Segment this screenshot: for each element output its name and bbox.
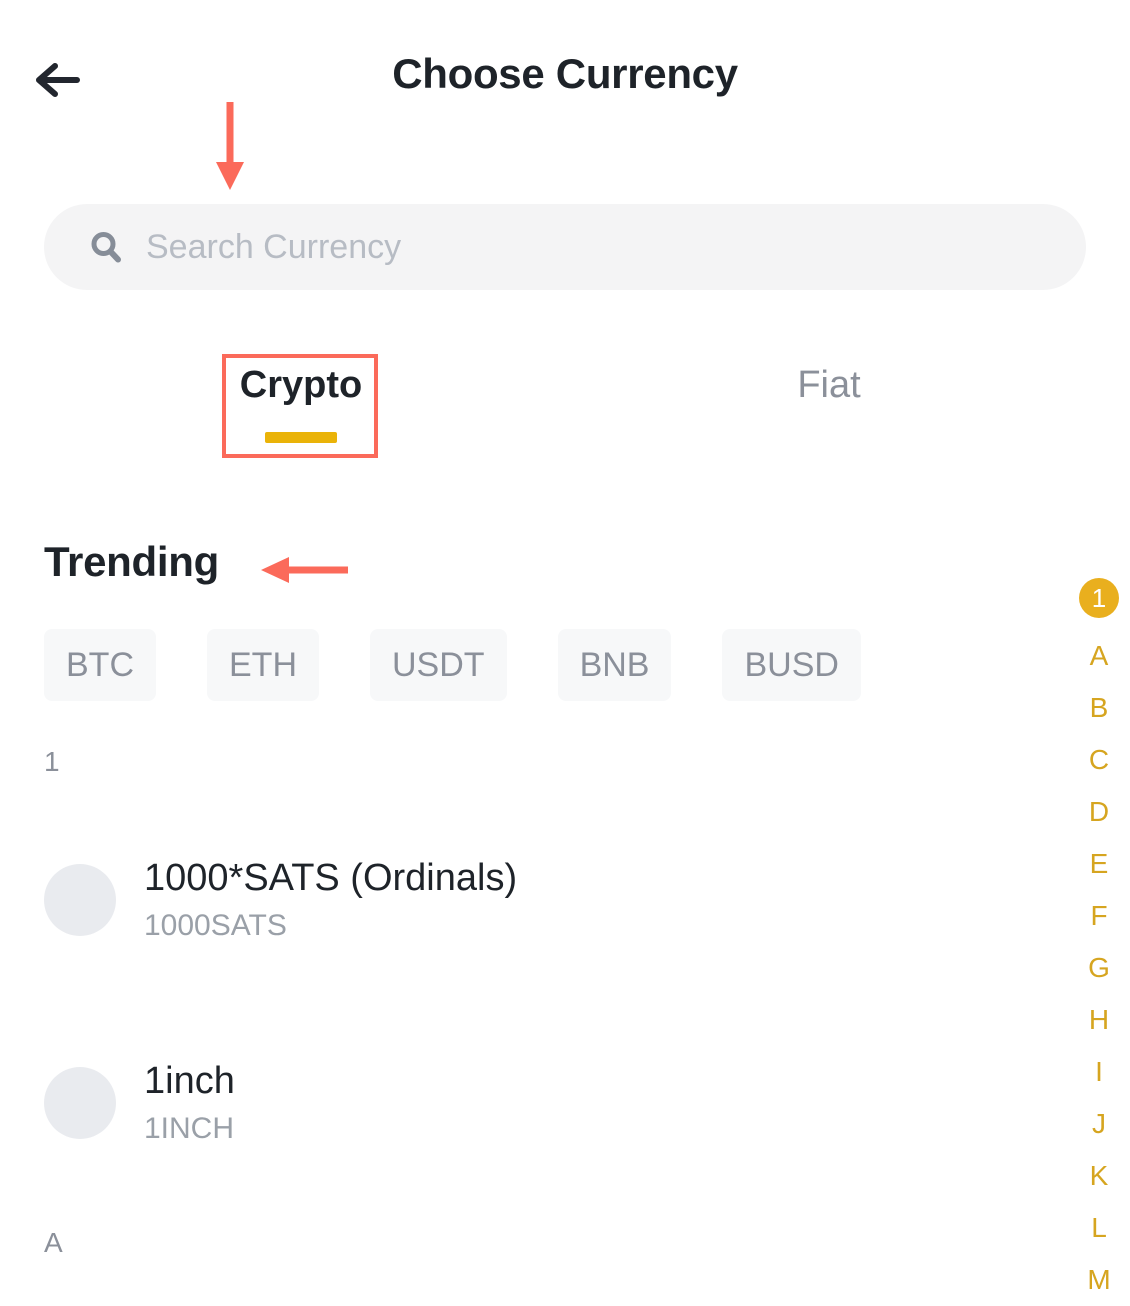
coin-name: 1000*SATS (Ordinals) [144, 856, 518, 899]
page-title: Choose Currency [392, 50, 738, 97]
currency-list: 1 1000*SATS (Ordinals) 1000SATS 1inch 1I… [0, 748, 1060, 1257]
alphabet-index-selected[interactable]: 1 [1079, 578, 1119, 618]
coin-avatar [44, 864, 116, 936]
alphabet-index-letter[interactable]: E [1090, 838, 1109, 890]
coin-symbol: 1INCH [144, 1111, 235, 1145]
alphabet-index-letter[interactable]: M [1087, 1254, 1110, 1306]
list-section-header: A [44, 1227, 63, 1258]
trending-chip[interactable]: USDT [370, 629, 507, 701]
alphabet-index-letter[interactable]: H [1089, 994, 1109, 1046]
search-bar[interactable] [44, 204, 1086, 290]
trending-chip[interactable]: BTC [44, 629, 156, 701]
page-header: Choose Currency [0, 0, 1130, 158]
alphabet-index-letter[interactable]: I [1095, 1046, 1103, 1098]
alphabet-index-letter[interactable]: D [1089, 786, 1109, 838]
search-icon [88, 229, 124, 265]
alphabet-index-letter[interactable]: L [1091, 1202, 1107, 1254]
trending-chip[interactable]: BNB [557, 629, 672, 701]
tab-crypto-label: Crypto [239, 364, 363, 406]
trending-chip[interactable]: BUSD [722, 629, 861, 701]
tab-crypto[interactable]: Crypto [222, 352, 380, 448]
alphabet-index-letter[interactable]: J [1092, 1098, 1106, 1150]
search-input[interactable] [144, 221, 1028, 273]
alphabet-index-letter[interactable]: A [1090, 630, 1109, 682]
tab-active-underline [265, 432, 337, 443]
tab-fiat-label: Fiat [797, 364, 861, 406]
annotation-arrow-left-icon [258, 552, 350, 593]
alphabet-index-letter[interactable]: F [1090, 890, 1107, 942]
alphabet-index: 1 A B C D E F G H I J K L M [1076, 578, 1122, 1306]
list-item[interactable]: 1000*SATS (Ordinals) 1000SATS [0, 846, 1060, 954]
list-item[interactable]: 1inch 1INCH [0, 1049, 1060, 1157]
trending-chip[interactable]: ETH [207, 629, 319, 701]
coin-symbol: 1000SATS [144, 908, 287, 942]
list-section-header: 1 [44, 746, 60, 777]
coin-name: 1inch [144, 1059, 235, 1102]
trending-chip-list: BTC ETH USDT BNB BUSD [44, 629, 861, 701]
alphabet-index-letter[interactable]: C [1089, 734, 1109, 786]
coin-avatar [44, 1067, 116, 1139]
alphabet-index-letter[interactable]: K [1090, 1150, 1109, 1202]
currency-type-tabs: Crypto Fiat [0, 352, 1130, 462]
trending-heading: Trending [44, 538, 219, 585]
alphabet-index-letter[interactable]: B [1090, 682, 1109, 734]
tab-fiat[interactable]: Fiat [750, 352, 908, 448]
alphabet-index-letter[interactable]: G [1088, 942, 1110, 994]
